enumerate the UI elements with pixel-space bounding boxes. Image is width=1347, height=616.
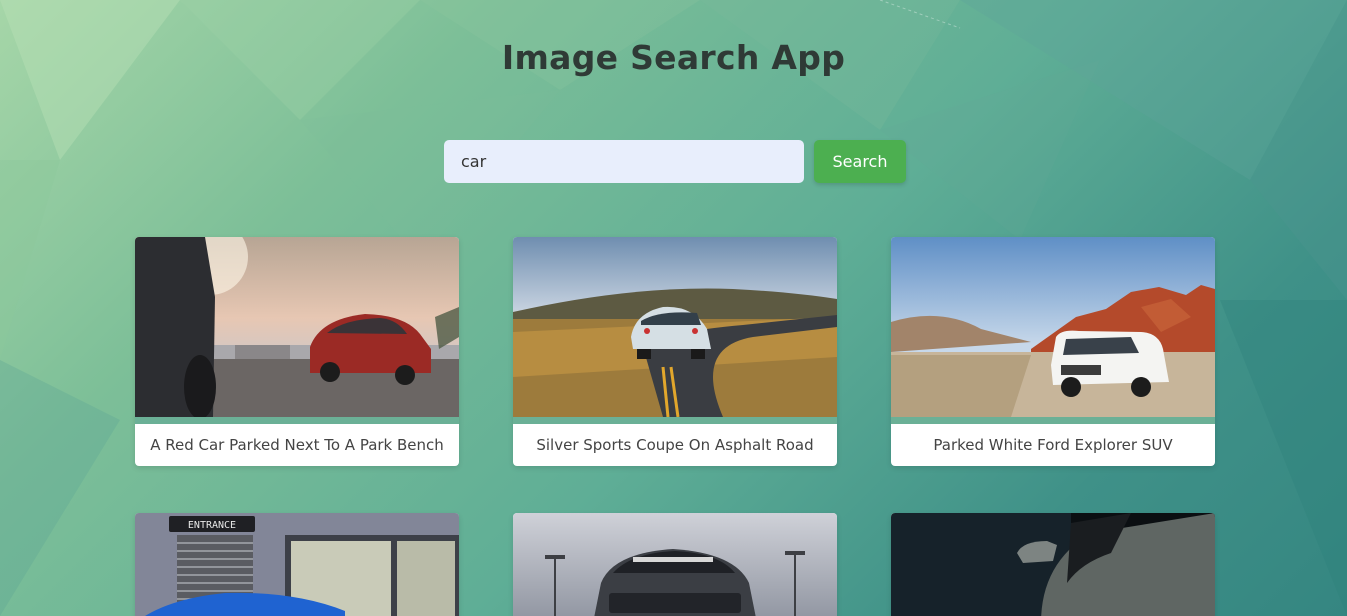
- result-caption: A Red Car Parked Next To A Park Bench: [150, 436, 444, 454]
- result-caption: Parked White Ford Explorer SUV: [933, 436, 1173, 454]
- dark-car-closeup-image: [891, 513, 1215, 616]
- result-card[interactable]: Parked White Ford Explorer SUV: [891, 237, 1215, 466]
- result-card[interactable]: A Red Car Parked Next To A Park Bench: [135, 237, 459, 466]
- page: Image Search App Search: [0, 0, 1347, 616]
- search-form: Search: [444, 140, 906, 183]
- search-button[interactable]: Search: [814, 140, 906, 183]
- search-input[interactable]: [444, 140, 804, 183]
- result-card[interactable]: ENTRANCE: [135, 513, 459, 616]
- result-card[interactable]: [513, 513, 837, 616]
- result-caption: Silver Sports Coupe On Asphalt Road: [536, 436, 814, 454]
- black-mustang-image: [513, 513, 837, 616]
- blue-car-entrance-image: ENTRANCE: [135, 513, 459, 616]
- red-sedan-image: [135, 237, 459, 417]
- white-suv-image: [891, 237, 1215, 417]
- entrance-sign: ENTRANCE: [188, 520, 236, 531]
- result-card[interactable]: [891, 513, 1215, 616]
- result-card[interactable]: Silver Sports Coupe On Asphalt Road: [513, 237, 837, 466]
- page-title: Image Search App: [501, 38, 846, 77]
- sports-coupe-image: [513, 237, 837, 417]
